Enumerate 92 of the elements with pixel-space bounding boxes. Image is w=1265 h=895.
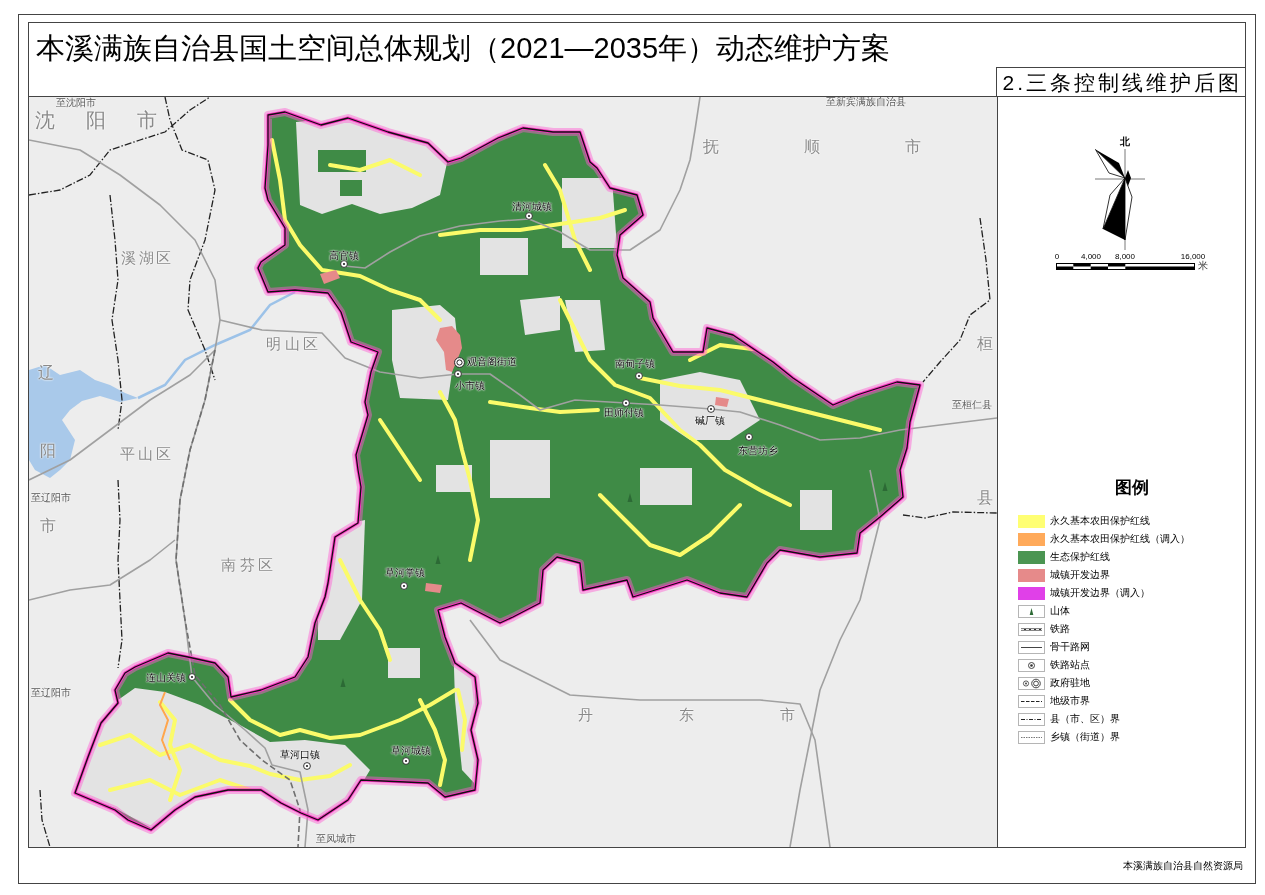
land-patch (480, 238, 528, 275)
publisher-label: 本溪满族自治县自然资源局 (1123, 861, 1243, 871)
north-label: 北 (1120, 137, 1130, 147)
legend-label: 永久基本农田保护红线（调入） (1050, 534, 1190, 544)
mountain-icon (1018, 604, 1045, 618)
legend-label: 政府驻地 (1050, 678, 1090, 688)
town-label: 田师付镇 (604, 408, 644, 418)
town-marker-icon (635, 372, 643, 380)
scale-label: 16,000 (1180, 253, 1206, 261)
town-boundary-icon (1018, 730, 1045, 744)
town-marker-icon (622, 399, 630, 407)
county-boundary-icon (1018, 712, 1045, 726)
station-icon (1018, 658, 1045, 672)
town-label: 小市镇 (455, 381, 485, 391)
legend-label: 城镇开发边界 (1050, 570, 1110, 580)
land-patch (565, 300, 605, 352)
farmland-strip (378, 418, 422, 482)
scale-label: 4,000 (1081, 253, 1101, 261)
scale-label: 0 (1054, 253, 1060, 261)
urban-area (715, 397, 729, 407)
region-label: 南芬区 (221, 557, 273, 572)
town-marker-icon (400, 582, 408, 590)
land-patch (490, 440, 550, 498)
map-title: 本溪满族自治县国土空间总体规划（2021—2035年）动态维护方案 (36, 31, 891, 66)
region-label: 溪湖区 (121, 250, 171, 265)
town-marker-icon (707, 405, 715, 413)
city-boundary-icon (1018, 694, 1045, 708)
land-patch (520, 296, 560, 335)
region-label: 市 (40, 518, 56, 534)
region-label: 沈阳市 (35, 110, 157, 130)
region-label: 明山区 (266, 336, 318, 351)
town-marker-icon (745, 433, 753, 441)
road-destination-label: 至桓仁县 (952, 400, 992, 410)
town-label: 南甸子镇 (615, 359, 655, 369)
road-destination-label: 至凤城市 (316, 834, 356, 844)
town-label: 草河掌镇 (385, 568, 425, 578)
urban-area (320, 270, 340, 284)
town-label: 连山关镇 (146, 673, 186, 683)
legend-label: 生态保护红线 (1050, 552, 1110, 562)
ecological-zone (340, 180, 362, 196)
mountain-icon (882, 482, 888, 491)
legend-title: 图例 (1115, 479, 1149, 497)
railway-icon (1018, 622, 1045, 636)
road-destination-label: 至辽阳市 (31, 493, 71, 503)
town-marker-icon (525, 212, 533, 220)
town-marker-icon (303, 762, 311, 770)
boundary-line (39, 789, 51, 847)
town-marker-icon (402, 757, 410, 765)
town-label: 观音阁街道 (467, 357, 517, 367)
town-marker-icon (454, 370, 462, 378)
legend-label: 城镇开发边界（调入） (1050, 588, 1150, 598)
scale-unit: 米 (1198, 261, 1208, 271)
region-label: 抚顺市 (703, 139, 921, 155)
town-marker-icon (340, 260, 348, 268)
land-patch (436, 465, 472, 492)
town-label: 碱厂镇 (695, 416, 725, 426)
region-label: 桓 (977, 336, 993, 352)
mountain-icon (340, 678, 346, 687)
legend-label: 骨干路网 (1050, 642, 1090, 652)
legend-label: 铁路 (1050, 624, 1070, 634)
town-label: 清河城镇 (512, 202, 552, 212)
urban-area (436, 326, 462, 372)
mountain-icon (435, 555, 441, 564)
road-destination-label: 至辽阳市 (31, 688, 71, 698)
government-seat-icon (1018, 676, 1045, 690)
town-marker-icon (188, 673, 196, 681)
legend-label: 铁路站点 (1050, 660, 1090, 670)
region-label: 丹东市 (578, 707, 795, 722)
land-patch (640, 468, 692, 505)
legend-label: 永久基本农田保护红线 (1050, 516, 1150, 526)
mountain-icon (627, 493, 633, 502)
legend-label: 县（市、区）界 (1050, 714, 1120, 724)
road-destination-label: 至新宾满族自治县 (826, 97, 906, 107)
scale-label: 8,000 (1115, 253, 1135, 261)
region-label: 辽 (38, 365, 54, 381)
map-subtitle: 2.三条控制线维护后图 (996, 67, 1245, 96)
land-patch (800, 490, 832, 530)
road-destination-label: 至沈阳市 (56, 98, 96, 108)
urban-area (425, 583, 442, 593)
county-seat-marker-icon (454, 357, 465, 368)
region-label: 县 (977, 490, 993, 506)
legend-label: 山体 (1050, 606, 1070, 616)
region-label: 阳 (40, 443, 56, 459)
town-label: 草河口镇 (280, 750, 320, 760)
town-label: 草河城镇 (391, 746, 431, 756)
region-label: 平山区 (120, 446, 171, 461)
legend-label: 地级市界 (1050, 696, 1090, 706)
town-label: 东营坊乡 (738, 446, 778, 456)
north-arrow-icon (1094, 148, 1146, 251)
town-label: 高官镇 (329, 251, 359, 261)
land-patch (388, 648, 420, 678)
legend-label: 乡镇（街道）界 (1050, 732, 1120, 742)
